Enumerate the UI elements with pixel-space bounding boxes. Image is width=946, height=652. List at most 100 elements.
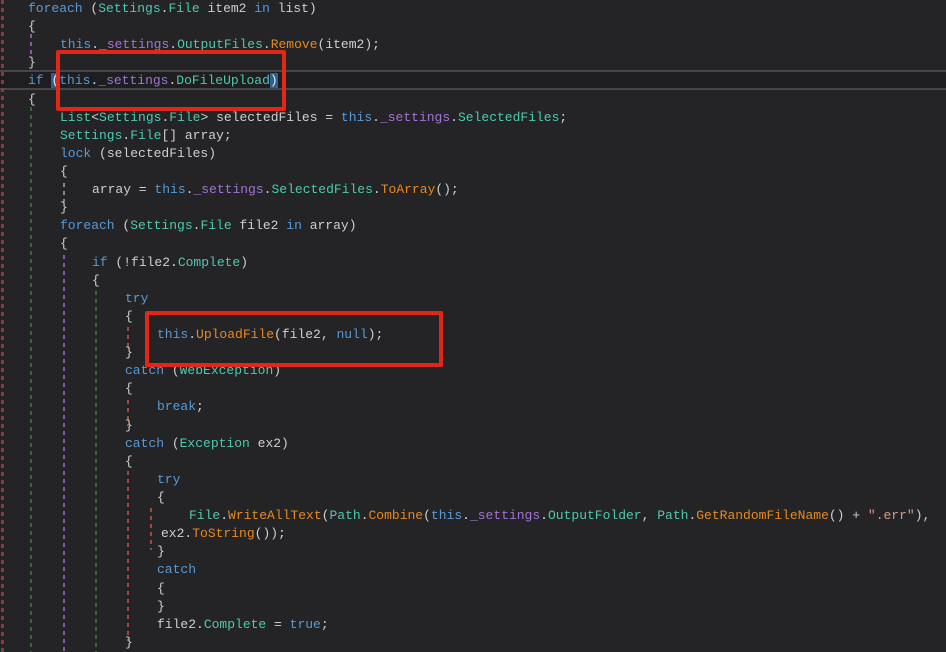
code-token: _settings	[193, 182, 263, 197]
code-line[interactable]: lock (selectedFiles)	[0, 145, 946, 163]
code-line[interactable]: this._settings.OutputFiles.Remove(item2)…	[0, 36, 946, 54]
code-token: file2.	[157, 617, 204, 632]
code-token: ".err"	[868, 508, 915, 523]
code-line[interactable]: File.WriteAllText(Path.Combine(this._set…	[0, 507, 946, 525]
code-token: (	[164, 363, 180, 378]
code-token: WriteAllText	[228, 508, 322, 523]
code-token: this	[431, 508, 462, 523]
code-token: () +	[829, 508, 868, 523]
code-line[interactable]: {	[0, 18, 946, 36]
code-token: {	[125, 381, 133, 396]
code-token: foreach	[60, 218, 115, 233]
code-token: list)	[270, 1, 317, 16]
code-line[interactable]: break;	[0, 398, 946, 416]
code-line[interactable]: }	[0, 543, 946, 561]
code-line[interactable]: Settings.File[] array;	[0, 127, 946, 145]
code-token: GetRandomFileName	[696, 508, 829, 523]
code-line[interactable]: }	[0, 634, 946, 652]
code-token: _settings	[380, 110, 450, 125]
code-line[interactable]: List<Settings.File> selectedFiles = this…	[0, 109, 946, 127]
code-line[interactable]: foreach (Settings.File file2 in array)	[0, 217, 946, 235]
code-line[interactable]: {	[0, 235, 946, 253]
code-line[interactable]: catch	[0, 561, 946, 579]
code-line[interactable]: {	[0, 308, 946, 326]
code-line[interactable]: catch (Exception ex2)	[0, 435, 946, 453]
code-token: ,	[642, 508, 658, 523]
code-line[interactable]: try	[0, 471, 946, 489]
code-token: (	[115, 218, 131, 233]
code-token: _settings	[98, 73, 168, 88]
code-token: File	[168, 1, 199, 16]
code-line[interactable]: }	[0, 54, 946, 72]
code-token: .	[450, 110, 458, 125]
code-line[interactable]: try	[0, 290, 946, 308]
code-line[interactable]: {	[0, 453, 946, 471]
code-token: )	[240, 255, 248, 270]
code-token: > selectedFiles =	[200, 110, 340, 125]
code-token: List	[60, 110, 91, 125]
code-token: }	[157, 599, 165, 614]
code-token: ToArray	[381, 182, 436, 197]
code-line[interactable]: }	[0, 598, 946, 616]
code-token: }	[125, 418, 133, 433]
code-token: Settings	[99, 110, 161, 125]
code-token: try	[125, 291, 148, 306]
code-line[interactable]: if (this._settings.DoFileUpload)	[0, 72, 946, 90]
code-token: Settings	[60, 128, 122, 143]
code-line[interactable]: array = this._settings.SelectedFiles.ToA…	[0, 181, 946, 199]
code-token: File	[189, 508, 220, 523]
code-token: File	[130, 128, 161, 143]
code-token: Remove	[271, 37, 318, 52]
code-line[interactable]: }	[0, 199, 946, 217]
code-token: in	[254, 1, 270, 16]
code-token: OutputFiles	[177, 37, 263, 52]
code-token: )	[273, 363, 281, 378]
code-line[interactable]: this.UploadFile(file2, null);	[0, 326, 946, 344]
code-line[interactable]: file2.Complete = true;	[0, 616, 946, 634]
code-line[interactable]: }	[0, 417, 946, 435]
code-token: (file2,	[274, 327, 336, 342]
code-token: }	[157, 544, 165, 559]
code-token: catch	[125, 363, 164, 378]
code-token: {	[60, 236, 68, 251]
code-token: OutputFolder	[548, 508, 642, 523]
code-line[interactable]: {	[0, 380, 946, 398]
code-token: this	[157, 327, 188, 342]
code-token: UploadFile	[196, 327, 274, 342]
code-line[interactable]: {	[0, 163, 946, 181]
code-token: }	[125, 345, 133, 360]
code-line[interactable]: {	[0, 272, 946, 290]
code-token: this	[341, 110, 372, 125]
code-token: SelectedFiles	[271, 182, 372, 197]
code-token: ;	[321, 617, 329, 632]
code-token: Path	[657, 508, 688, 523]
code-token: ;	[196, 399, 204, 414]
code-token: ),	[915, 508, 931, 523]
code-token: .	[220, 508, 228, 523]
code-token: Path	[329, 508, 360, 523]
code-line[interactable]: foreach (Settings.File item2 in list)	[0, 0, 946, 18]
code-line[interactable]: }	[0, 344, 946, 362]
code-token: DoFileUpload	[176, 73, 270, 88]
code-line[interactable]: {	[0, 580, 946, 598]
code-line[interactable]: {	[0, 489, 946, 507]
code-line[interactable]: if (!file2.Complete)	[0, 254, 946, 272]
code-line[interactable]: catch (WebException)	[0, 362, 946, 380]
code-line[interactable]: {	[0, 91, 946, 109]
code-token: .	[372, 110, 380, 125]
code-editor[interactable]: foreach (Settings.File item2 in list){th…	[0, 0, 946, 652]
code-token: (	[423, 508, 431, 523]
code-token: if	[92, 255, 108, 270]
code-line[interactable]: ex2.ToString());	[0, 525, 946, 543]
code-token: (selectedFiles)	[91, 146, 216, 161]
code-token: }	[125, 635, 133, 650]
code-token: =	[266, 617, 289, 632]
code-token: {	[157, 490, 165, 505]
code-token: {	[28, 19, 36, 34]
code-token: }	[28, 55, 36, 70]
code-token: Combine	[369, 508, 424, 523]
code-token: }	[60, 200, 68, 215]
code-token: File	[169, 110, 200, 125]
code-token: Complete	[204, 617, 266, 632]
code-token: {	[92, 273, 100, 288]
